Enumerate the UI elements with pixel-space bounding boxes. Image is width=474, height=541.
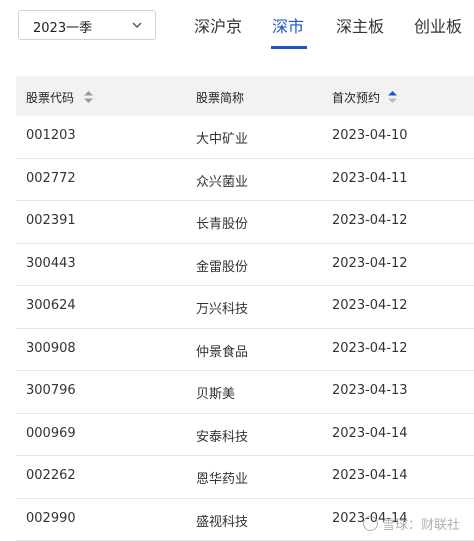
- stock-name[interactable]: 众兴菌业: [196, 171, 248, 190]
- table-row[interactable]: 002772 众兴菌业 2023-04-11: [16, 159, 474, 202]
- stock-code: 300624: [26, 298, 76, 313]
- table-row[interactable]: 300624 万兴科技 2023-04-12: [16, 286, 474, 329]
- chevron-down-icon: [131, 19, 143, 31]
- stock-code: 300796: [26, 383, 76, 398]
- header-name: 股票简称: [196, 89, 244, 106]
- header-code[interactable]: 股票代码: [26, 89, 74, 106]
- stock-name[interactable]: 仲景食品: [196, 341, 248, 360]
- table-row[interactable]: 002262 恩华药业 2023-04-14: [16, 456, 474, 499]
- period-select-value: 2023一季: [33, 17, 92, 36]
- reservation-date: 2023-04-12: [332, 298, 408, 313]
- tab-shenzhuban[interactable]: 深主板: [336, 13, 384, 37]
- tab-shenhujing[interactable]: 深沪京: [194, 13, 242, 37]
- tab-chuangyeban[interactable]: 创业板: [414, 13, 462, 37]
- reservation-date: 2023-04-11: [332, 171, 408, 186]
- header-date[interactable]: 首次预约: [332, 89, 380, 106]
- table-header: 股票代码 股票简称 首次预约: [16, 76, 474, 116]
- stock-name[interactable]: 恩华药业: [196, 468, 248, 487]
- reservation-date: 2023-04-10: [332, 128, 408, 143]
- table-row[interactable]: 300796 贝斯美 2023-04-13: [16, 371, 474, 414]
- reservation-date: 2023-04-14: [332, 468, 408, 483]
- snowball-logo-icon: [363, 516, 378, 531]
- stock-code: 001203: [26, 128, 76, 143]
- tab-shenshi[interactable]: 深市: [272, 13, 304, 37]
- reservation-date: 2023-04-12: [332, 256, 408, 271]
- table-row[interactable]: 300443 金雷股份 2023-04-12: [16, 244, 474, 287]
- stock-code: 300443: [26, 256, 76, 271]
- table-row[interactable]: 300908 仲景食品 2023-04-12: [16, 329, 474, 372]
- reservation-date: 2023-04-12: [332, 341, 408, 356]
- stock-code: 002990: [26, 511, 76, 526]
- table-row[interactable]: 001203 大中矿业 2023-04-10: [16, 116, 474, 159]
- table-row[interactable]: 000969 安泰科技 2023-04-14: [16, 414, 474, 457]
- stock-code: 002262: [26, 468, 76, 483]
- reservation-date: 2023-04-14: [332, 426, 408, 441]
- top-bar: 2023一季 深沪京 深市 深主板 创业板: [0, 0, 474, 52]
- watermark: 雪球：财联社: [363, 514, 460, 533]
- stock-code: 000969: [26, 426, 76, 441]
- stock-code: 002391: [26, 213, 76, 228]
- stock-name[interactable]: 万兴科技: [196, 298, 248, 317]
- watermark-text: 雪球：财联社: [382, 514, 460, 533]
- sort-active-icon[interactable]: [388, 91, 397, 103]
- reservation-date: 2023-04-13: [332, 383, 408, 398]
- active-tab-indicator: [271, 46, 307, 49]
- table-row[interactable]: 002391 长青股份 2023-04-12: [16, 201, 474, 244]
- stock-name[interactable]: 金雷股份: [196, 256, 248, 275]
- stock-name[interactable]: 长青股份: [196, 213, 248, 232]
- reservation-table: 股票代码 股票简称 首次预约 001203 大中矿业 2023-04-10 00…: [16, 76, 474, 541]
- table-body: 001203 大中矿业 2023-04-10 002772 众兴菌业 2023-…: [16, 116, 474, 541]
- stock-code: 002772: [26, 171, 76, 186]
- period-select[interactable]: 2023一季: [18, 10, 156, 40]
- stock-name[interactable]: 贝斯美: [196, 383, 235, 402]
- stock-name[interactable]: 盛视科技: [196, 511, 248, 530]
- stock-name[interactable]: 安泰科技: [196, 426, 248, 445]
- sort-icon[interactable]: [84, 91, 93, 103]
- stock-code: 300908: [26, 341, 76, 356]
- reservation-date: 2023-04-12: [332, 213, 408, 228]
- stock-name[interactable]: 大中矿业: [196, 128, 248, 147]
